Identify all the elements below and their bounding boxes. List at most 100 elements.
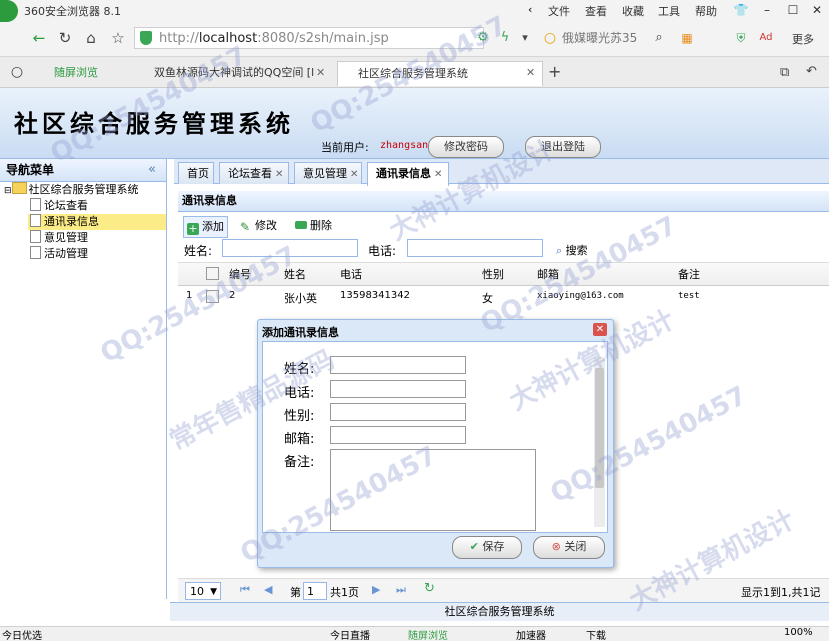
cell-email: xiaoying@163.com xyxy=(537,291,624,301)
folder-icon xyxy=(11,182,27,194)
browser-tab-screen[interactable]: 随屏浏览 xyxy=(34,61,130,86)
dialog-note-textarea[interactable] xyxy=(330,449,536,531)
change-password-button[interactable]: 修改密码 xyxy=(428,136,504,158)
search-icon[interactable]: ⌕ xyxy=(648,28,670,48)
table-row[interactable] xyxy=(178,285,829,308)
column-header-gender[interactable]: 性别 xyxy=(482,266,504,282)
home-icon[interactable]: ⌂ xyxy=(80,28,102,48)
minimize-icon[interactable]: – xyxy=(756,1,778,19)
page-size-value: 10 xyxy=(190,585,204,598)
apps-icon[interactable]: ▦ xyxy=(676,28,698,48)
menu-view[interactable]: 查看 xyxy=(585,3,607,19)
row-checkbox[interactable] xyxy=(206,290,219,303)
search-engine-icon[interactable]: ○ xyxy=(539,28,561,48)
tab-forum[interactable]: 论坛查看 ✕ xyxy=(219,162,289,184)
skin-icon[interactable]: 👕 xyxy=(730,1,752,19)
name-filter-input[interactable] xyxy=(222,239,358,257)
page-number-input[interactable]: 1 xyxy=(303,582,327,600)
collapse-icon[interactable]: « xyxy=(148,162,156,177)
delete-icon xyxy=(295,221,307,229)
last-page-icon[interactable]: ⏭ xyxy=(396,583,406,597)
tab-home[interactable]: 首页 xyxy=(178,162,214,184)
phone-filter-input[interactable] xyxy=(407,239,543,257)
new-tab-icon[interactable]: + xyxy=(548,62,561,81)
sidebar-item-label: 通讯录信息 xyxy=(44,215,99,228)
browser-tab-active[interactable]: 社区综合服务管理系统 xyxy=(337,61,543,86)
undo-icon[interactable]: ↶ xyxy=(806,64,817,79)
dialog-gender-input[interactable] xyxy=(330,403,466,421)
pager xyxy=(178,578,829,605)
close-window-icon[interactable]: ✕ xyxy=(806,1,828,19)
maximize-icon[interactable]: ☐ xyxy=(782,1,804,19)
tab-list-icon[interactable]: ⧉ xyxy=(780,65,789,80)
zoom-level[interactable]: 100% xyxy=(784,627,813,638)
sidebar-item-forum[interactable]: 论坛查看 xyxy=(30,198,88,214)
dialog-phone-input[interactable] xyxy=(330,380,466,398)
page-suffix: 共1页 xyxy=(330,586,359,599)
next-page-icon[interactable]: ▶ xyxy=(372,583,380,596)
cell-name: 张小英 xyxy=(284,292,317,305)
phone-filter-label: 电话: xyxy=(368,244,397,258)
restore-tabs-icon[interactable]: ○ xyxy=(6,62,28,82)
close-tab-icon[interactable]: ✕ xyxy=(275,169,283,180)
menu-file[interactable]: 文件 xyxy=(548,3,570,19)
sidebar-item-contacts[interactable]: 通讯录信息 xyxy=(28,214,166,230)
dialog-close-button[interactable]: ⊗ 关闭 xyxy=(533,536,605,559)
chevron-down-icon: ▼ xyxy=(210,587,217,597)
dialog-name-input[interactable] xyxy=(330,356,466,374)
first-page-icon[interactable]: ⏮ xyxy=(240,583,250,597)
close-tab-icon[interactable]: ✕ xyxy=(526,66,535,79)
search-input[interactable]: 俄媒曝光苏35 xyxy=(562,27,660,49)
refresh-icon[interactable]: ↻ xyxy=(424,581,435,596)
menu-tools[interactable]: 工具 xyxy=(658,3,680,19)
browser-tab-qq[interactable]: 双鱼林源码大神调试的QQ空间 [l xyxy=(134,61,330,86)
search-button[interactable]: ⌕ 搜索 xyxy=(556,242,588,258)
browser-title: 360安全浏览器 8.1 xyxy=(24,5,121,18)
url-prefix: http:// xyxy=(159,31,199,46)
tab-feedback[interactable]: 意见管理 ✕ xyxy=(294,162,362,184)
column-header-id[interactable]: 编号 xyxy=(229,266,251,282)
close-tab-icon[interactable]: ✕ xyxy=(316,66,325,79)
close-tab-icon[interactable]: ✕ xyxy=(350,169,358,180)
refresh-icon[interactable]: ↻ xyxy=(54,28,76,48)
column-header-note[interactable]: 备注 xyxy=(678,266,700,282)
file-icon xyxy=(30,214,41,227)
page-size-select[interactable]: 10 ▼ xyxy=(185,582,221,600)
compat-icon[interactable]: ⚙ xyxy=(472,28,494,48)
tab-label: 意见管理 xyxy=(303,167,347,180)
adblock-icon[interactable]: Ad xyxy=(755,28,777,48)
logout-button[interactable]: 退出登陆 xyxy=(525,136,601,158)
edit-button[interactable]: ✎ 修改 xyxy=(240,216,277,236)
back-icon[interactable]: ← xyxy=(28,28,50,48)
url-input[interactable]: http://localhost:8080/s2sh/main.jsp xyxy=(134,27,484,49)
check-icon: ✔ xyxy=(469,540,479,553)
cell-id: 2 xyxy=(229,290,236,301)
lightning-icon[interactable]: ϟ xyxy=(494,28,516,48)
menu-favorites[interactable]: 收藏 xyxy=(622,3,644,19)
dialog-email-input[interactable] xyxy=(330,426,466,444)
more-button[interactable]: 更多 xyxy=(792,31,814,47)
security-icon[interactable]: ⛨ xyxy=(730,28,752,48)
select-all-checkbox[interactable] xyxy=(206,267,219,280)
chevron-left-icon[interactable]: ‹ xyxy=(528,3,532,16)
dialog-scrollbar-thumb[interactable] xyxy=(595,368,604,488)
tree-root-label: 社区综合服务管理系统 xyxy=(28,183,139,196)
close-tab-icon[interactable]: ✕ xyxy=(434,169,442,180)
chevron-down-icon[interactable]: ▾ xyxy=(514,28,536,48)
save-button[interactable]: ✔ 保存 xyxy=(452,536,522,559)
prev-page-icon[interactable]: ◀ xyxy=(264,583,272,596)
dialog-gender-label: 性别: xyxy=(284,409,315,424)
add-button[interactable]: + 添加 xyxy=(183,216,228,238)
sidebar-item-activities[interactable]: 活动管理 xyxy=(30,246,88,262)
close-icon[interactable]: ✕ xyxy=(593,323,607,336)
search-icon: ⌕ xyxy=(556,244,563,257)
tree-root[interactable]: ⊟ 社区综合服务管理系统 xyxy=(4,182,139,198)
column-header-email[interactable]: 邮箱 xyxy=(537,266,559,282)
column-header-phone[interactable]: 电话 xyxy=(340,266,362,282)
column-header-name[interactable]: 姓名 xyxy=(284,266,306,282)
star-icon[interactable]: ☆ xyxy=(107,28,129,48)
menu-help[interactable]: 帮助 xyxy=(695,3,717,19)
sidebar-item-feedback[interactable]: 意见管理 xyxy=(30,230,88,246)
delete-button[interactable]: 删除 xyxy=(295,216,332,236)
tab-contacts[interactable]: 通讯录信息 ✕ xyxy=(367,162,449,186)
